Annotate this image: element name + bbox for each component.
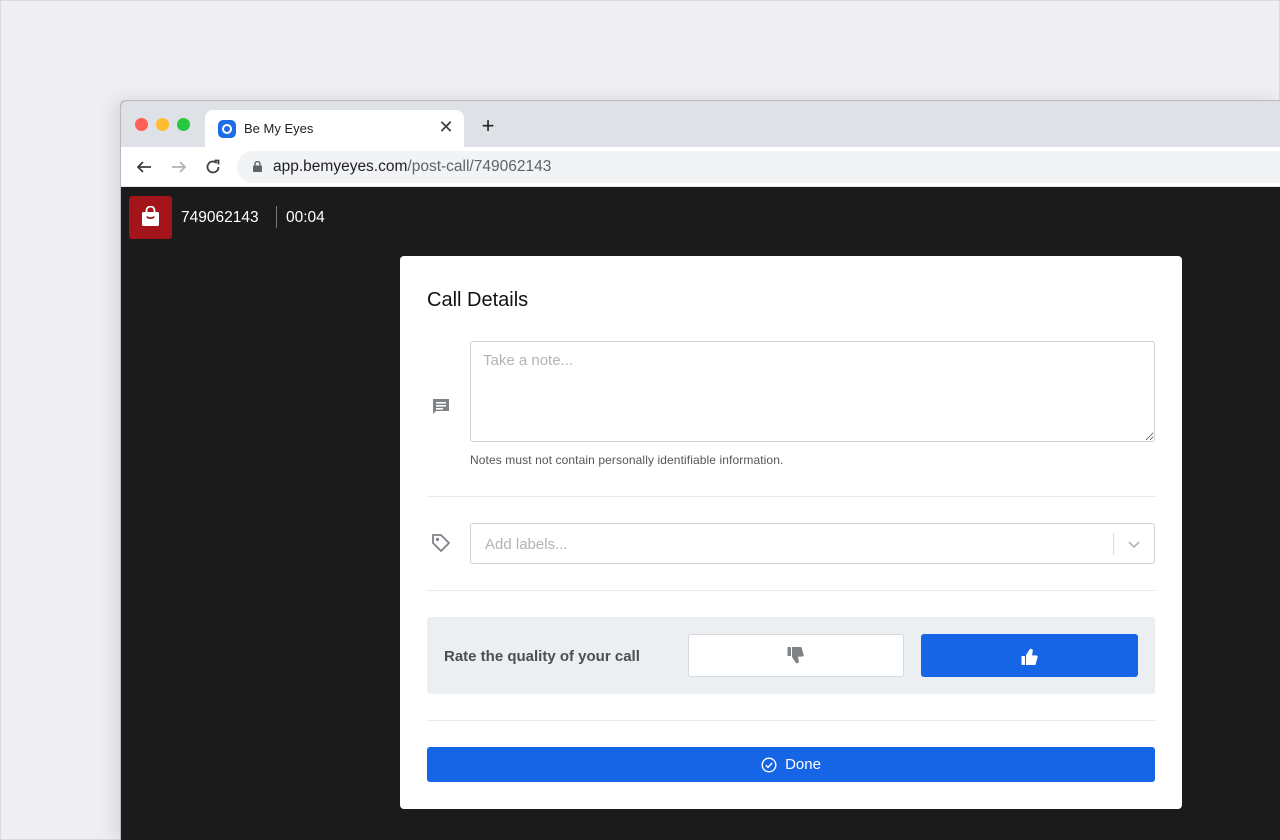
url-domain: app.bemyeyes.com bbox=[273, 158, 408, 175]
dialog-title: Call Details bbox=[427, 289, 529, 311]
thumbs-up-button[interactable] bbox=[921, 634, 1138, 677]
call-timer: 00:04 bbox=[286, 209, 325, 226]
close-window-button[interactable] bbox=[135, 118, 148, 131]
call-id: 749062143 bbox=[181, 209, 259, 226]
labels-placeholder: Add labels... bbox=[485, 536, 568, 553]
note-help-text: Notes must not contain personally identi… bbox=[470, 453, 784, 467]
tag-icon bbox=[432, 534, 450, 552]
forward-button[interactable] bbox=[167, 155, 191, 179]
note-textarea[interactable] bbox=[470, 341, 1155, 442]
url-path: /post-call/749062143 bbox=[407, 158, 552, 175]
call-divider bbox=[276, 206, 277, 228]
reload-button[interactable] bbox=[201, 155, 225, 179]
bemyeyes-favicon-icon bbox=[218, 120, 236, 138]
reload-icon bbox=[206, 159, 220, 174]
shopping-bag-icon bbox=[142, 206, 159, 226]
done-button-content: Done bbox=[427, 747, 1155, 782]
minimize-window-button[interactable] bbox=[156, 118, 169, 131]
section-divider bbox=[427, 720, 1155, 721]
address-bar[interactable]: app.bemyeyes.com/post-call/749062143 bbox=[237, 151, 1280, 183]
call-rating-panel: Rate the quality of your call bbox=[427, 617, 1155, 694]
arrow-right-icon bbox=[172, 161, 187, 173]
tab-close-button[interactable]: ✕ bbox=[436, 117, 456, 137]
thumbs-down-button[interactable] bbox=[688, 634, 904, 677]
section-divider bbox=[427, 496, 1155, 497]
back-button[interactable] bbox=[132, 155, 156, 179]
tab-strip: Be My Eyes ✕ + bbox=[121, 101, 1280, 147]
call-status-bar: 749062143 00:04 bbox=[121, 187, 337, 247]
done-button[interactable]: Done bbox=[427, 747, 1155, 782]
thumbs-down-icon bbox=[787, 646, 804, 663]
thumbs-up-icon bbox=[1021, 648, 1038, 665]
tab-title: Be My Eyes bbox=[244, 121, 314, 136]
comment-icon bbox=[433, 399, 449, 414]
arrow-left-icon bbox=[136, 161, 151, 173]
new-tab-button[interactable]: + bbox=[477, 115, 499, 137]
rate-label: Rate the quality of your call bbox=[444, 648, 640, 665]
labels-select[interactable]: Add labels... bbox=[470, 523, 1155, 564]
url-text: app.bemyeyes.com/post-call/749062143 bbox=[273, 158, 551, 176]
lock-icon bbox=[253, 161, 262, 172]
browser-toolbar: app.bemyeyes.com/post-call/749062143 bbox=[121, 147, 1280, 187]
call-details-dialog: Call Details Notes must not contain pers… bbox=[400, 256, 1182, 809]
check-circle-icon bbox=[761, 756, 777, 773]
maximize-window-button[interactable] bbox=[177, 118, 190, 131]
section-divider bbox=[427, 590, 1155, 591]
chevron-down-icon[interactable] bbox=[1127, 537, 1141, 551]
done-label: Done bbox=[785, 756, 821, 773]
call-avatar bbox=[129, 196, 172, 239]
browser-window: Be My Eyes ✕ + app.bemyeyes.com/post-cal… bbox=[120, 100, 1280, 840]
browser-tab[interactable]: Be My Eyes ✕ bbox=[205, 110, 464, 147]
labels-select-divider bbox=[1113, 533, 1114, 555]
